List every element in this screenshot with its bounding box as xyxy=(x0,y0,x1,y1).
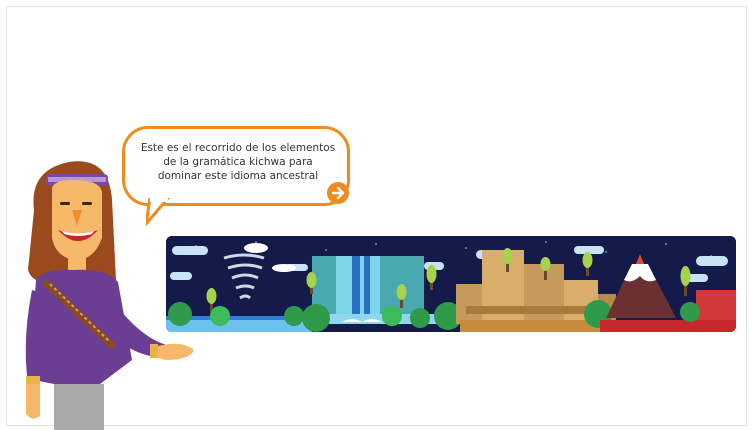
speech-bubble-tail xyxy=(146,198,170,227)
landscape-illustration xyxy=(166,236,736,332)
next-button[interactable] xyxy=(327,182,349,204)
journey-banner[interactable] xyxy=(166,236,736,332)
speech-text: Este es el recorrido de los elementos de… xyxy=(135,141,341,183)
speech-line-2: de la gramática kichwa para xyxy=(163,156,313,168)
speech-line-1: Este es el recorrido de los elementos xyxy=(140,142,336,154)
speech-line-3: dominar este idioma ancestral xyxy=(157,170,319,182)
speech-bubble: Este es el recorrido de los elementos de… xyxy=(122,126,350,206)
arrow-right-icon xyxy=(331,186,345,200)
